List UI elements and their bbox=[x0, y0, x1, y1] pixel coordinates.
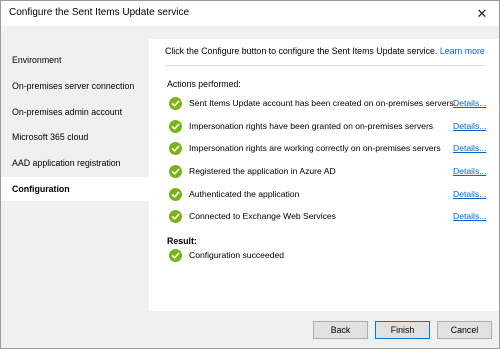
list-item: Impersonation rights have been granted o… bbox=[169, 119, 491, 135]
list-item: Registered the application in Azure AD D… bbox=[169, 164, 491, 180]
dialog-window: Configure the Sent Items Update service … bbox=[0, 0, 500, 349]
success-check-icon bbox=[169, 142, 182, 155]
cancel-button[interactable]: Cancel bbox=[437, 321, 492, 339]
sidebar-item-microsoft-365-cloud[interactable]: Microsoft 365 cloud bbox=[1, 125, 149, 149]
result-text: Configuration succeeded bbox=[189, 250, 285, 260]
action-text: Connected to Exchange Web Services bbox=[189, 211, 336, 221]
window-title: Configure the Sent Items Update service bbox=[9, 7, 190, 18]
details-link[interactable]: Details... bbox=[453, 143, 486, 153]
result-row: Configuration succeeded bbox=[169, 248, 491, 264]
details-link[interactable]: Details... bbox=[453, 211, 486, 221]
button-bar: Back Finish Cancel bbox=[1, 311, 499, 348]
list-item: Sent Items Update account has been creat… bbox=[169, 96, 491, 112]
list-item: Connected to Exchange Web Services Detai… bbox=[169, 209, 491, 225]
title-bar: Configure the Sent Items Update service … bbox=[1, 1, 499, 26]
success-check-icon bbox=[169, 210, 182, 223]
intro-label: Click the Configure button to configure … bbox=[165, 46, 438, 56]
success-check-icon bbox=[169, 165, 182, 178]
learn-more-link[interactable]: Learn more bbox=[440, 46, 485, 56]
intro-text: Click the Configure button to configure … bbox=[165, 46, 485, 56]
wizard-sidebar: Environment On-premises server connectio… bbox=[1, 26, 149, 311]
success-check-icon bbox=[169, 120, 182, 133]
back-button[interactable]: Back bbox=[313, 321, 368, 339]
success-check-icon bbox=[169, 188, 182, 201]
success-check-icon bbox=[169, 249, 182, 262]
list-item: Authenticated the application Details... bbox=[169, 187, 491, 203]
sidebar-item-aad-application-registration[interactable]: AAD application registration bbox=[1, 151, 149, 175]
action-text: Impersonation rights have been granted o… bbox=[189, 121, 434, 131]
sidebar-item-configuration[interactable]: Configuration bbox=[1, 177, 149, 201]
success-check-icon bbox=[169, 97, 182, 110]
main-panel: Click the Configure button to configure … bbox=[149, 39, 499, 311]
action-text: Impersonation rights are working correct… bbox=[189, 143, 441, 153]
action-text: Authenticated the application bbox=[189, 189, 300, 199]
close-button[interactable]: ✕ bbox=[465, 1, 499, 26]
details-link[interactable]: Details... bbox=[453, 166, 486, 176]
actions-performed-label: Actions performed: bbox=[167, 79, 241, 89]
divider bbox=[165, 65, 485, 66]
action-text: Registered the application in Azure AD bbox=[189, 166, 336, 176]
finish-button[interactable]: Finish bbox=[375, 321, 430, 339]
details-link[interactable]: Details... bbox=[453, 121, 486, 131]
sidebar-item-on-premises-admin-account[interactable]: On-premises admin account bbox=[1, 100, 149, 124]
sidebar-item-environment[interactable]: Environment bbox=[1, 48, 149, 72]
result-label: Result: bbox=[167, 236, 197, 246]
sidebar-item-on-premises-server-connection[interactable]: On-premises server connection bbox=[1, 74, 149, 98]
details-link[interactable]: Details... bbox=[453, 189, 486, 199]
details-link[interactable]: Details... bbox=[453, 98, 486, 108]
close-icon: ✕ bbox=[476, 5, 488, 21]
list-item: Impersonation rights are working correct… bbox=[169, 141, 491, 157]
action-text: Sent Items Update account has been creat… bbox=[189, 98, 454, 108]
